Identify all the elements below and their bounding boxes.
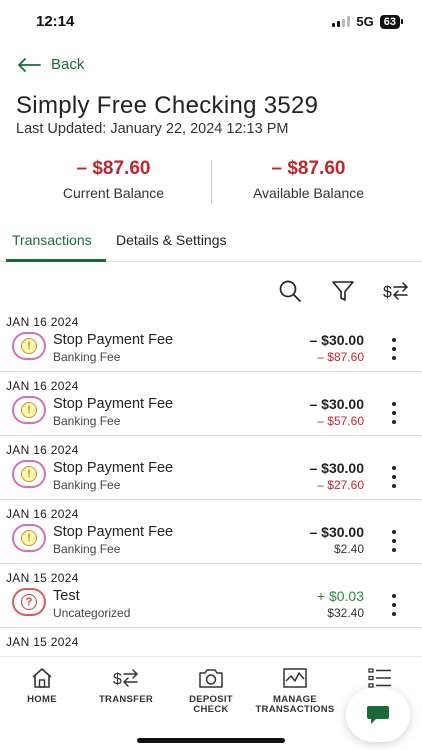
available-balance-label: Available Balance bbox=[252, 185, 365, 201]
network-type: 5G bbox=[356, 14, 374, 29]
nav-deposit-check-label: DEPOSIT CHECK bbox=[189, 694, 233, 715]
more-options-icon[interactable] bbox=[388, 466, 400, 488]
transaction-category: Banking Fee bbox=[53, 478, 121, 492]
filter-icon bbox=[332, 281, 354, 301]
chat-button[interactable] bbox=[346, 688, 410, 742]
running-balance: $2.40 bbox=[333, 542, 364, 556]
transaction-date: JAN 16 2024 bbox=[6, 315, 79, 329]
nav-manage-transactions-label: MANAGE TRANSACTIONS bbox=[255, 694, 335, 715]
status-bar: 12:14 5G 63 bbox=[0, 0, 422, 44]
transaction-row[interactable]: JAN 16 2024 ! Stop Payment Fee Banking F… bbox=[0, 372, 422, 436]
current-balance-amount: – $87.60 bbox=[76, 158, 151, 179]
transaction-category: Banking Fee bbox=[53, 414, 121, 428]
nav-home-label: HOME bbox=[27, 694, 57, 705]
balances-summary: – $87.60 Current Balance – $87.60 Availa… bbox=[0, 158, 422, 208]
transfer-sort-button[interactable]: $ bbox=[382, 278, 410, 304]
running-balance: – $57.60 bbox=[317, 414, 364, 428]
transaction-amount: – $30.00 bbox=[309, 524, 365, 540]
transaction-name: Stop Payment Fee bbox=[53, 460, 174, 476]
transaction-row[interactable]: JAN 16 2024 ! Stop Payment Fee Banking F… bbox=[0, 436, 422, 500]
transfer-icon: $ bbox=[113, 669, 138, 688]
transaction-amount: + $0.03 bbox=[316, 588, 364, 604]
filter-button[interactable] bbox=[329, 278, 357, 304]
transaction-date: JAN 15 2024 bbox=[6, 571, 79, 585]
transaction-category: Banking Fee bbox=[53, 350, 121, 364]
transaction-row[interactable]: JAN 15 2024 ? Test Uncategorized + $0.03… bbox=[0, 564, 422, 628]
back-button[interactable]: Back bbox=[17, 56, 84, 73]
tab-transactions[interactable]: Transactions bbox=[12, 232, 92, 248]
available-balance: – $87.60 Available Balance bbox=[203, 158, 414, 201]
home-icon bbox=[32, 668, 52, 688]
transaction-name: Stop Payment Fee bbox=[53, 396, 174, 412]
chart-icon bbox=[283, 668, 307, 688]
tab-bar: Transactions Details & Settings bbox=[0, 226, 422, 262]
camera-icon bbox=[199, 669, 223, 688]
nav-transfer-label: TRANSFER bbox=[98, 694, 154, 705]
transaction-date: JAN 16 2024 bbox=[6, 507, 79, 521]
more-options-icon[interactable] bbox=[388, 402, 400, 424]
running-balance: $32.40 bbox=[327, 606, 364, 620]
transaction-category: Uncategorized bbox=[53, 606, 131, 620]
more-options-icon[interactable] bbox=[388, 530, 400, 552]
transaction-amount: – $30.00 bbox=[309, 396, 365, 412]
transaction-date: JAN 16 2024 bbox=[6, 379, 79, 393]
transaction-row[interactable]: JAN 16 2024 ! Stop Payment Fee Banking F… bbox=[0, 500, 422, 564]
battery-icon: 63 bbox=[379, 14, 404, 29]
transaction-amount: – $30.00 bbox=[309, 460, 365, 476]
list-icon bbox=[368, 668, 391, 688]
status-indicators: 5G 63 bbox=[332, 14, 404, 29]
search-button[interactable] bbox=[276, 278, 304, 304]
fee-alert-icon: ! bbox=[12, 332, 46, 360]
transaction-tools: $ bbox=[276, 278, 410, 304]
svg-text:$: $ bbox=[383, 284, 392, 301]
running-balance: – $87.60 bbox=[317, 350, 364, 364]
dollar-transfer-icon: $ bbox=[383, 282, 408, 301]
transaction-date: JAN 15 2024 bbox=[6, 635, 79, 649]
page-title: Simply Free Checking 3529 bbox=[16, 92, 319, 119]
signal-icon bbox=[332, 16, 351, 27]
arrow-left-icon bbox=[18, 57, 41, 72]
transaction-row[interactable]: JAN 15 2024 bbox=[0, 628, 422, 656]
tab-details-settings[interactable]: Details & Settings bbox=[116, 232, 227, 248]
nav-transfer[interactable]: $ TRANSFER bbox=[81, 667, 171, 705]
current-balance-label: Current Balance bbox=[62, 185, 165, 201]
active-tab-indicator bbox=[6, 259, 106, 262]
uncategorized-question-icon: ? bbox=[12, 588, 46, 616]
chat-bubble-icon bbox=[367, 706, 389, 724]
fee-alert-icon: ! bbox=[12, 396, 46, 424]
transaction-row[interactable]: JAN 16 2024 ! Stop Payment Fee Banking F… bbox=[0, 308, 422, 372]
transaction-category: Banking Fee bbox=[53, 542, 121, 556]
current-balance: – $87.60 Current Balance bbox=[8, 158, 219, 201]
transaction-date: JAN 16 2024 bbox=[6, 443, 79, 457]
nav-home[interactable]: HOME bbox=[0, 667, 87, 705]
status-time: 12:14 bbox=[36, 13, 75, 30]
nav-manage-transactions[interactable]: MANAGE TRANSACTIONS bbox=[250, 667, 340, 715]
transaction-name: Stop Payment Fee bbox=[53, 524, 174, 540]
transaction-name: Stop Payment Fee bbox=[53, 332, 174, 348]
back-label: Back bbox=[51, 56, 85, 73]
transaction-amount: – $30.00 bbox=[309, 332, 365, 348]
last-updated: Last Updated: January 22, 2024 12:13 PM bbox=[16, 121, 289, 137]
search-icon bbox=[279, 280, 301, 302]
transaction-list: JAN 16 2024 ! Stop Payment Fee Banking F… bbox=[0, 308, 422, 656]
svg-text:$: $ bbox=[113, 671, 122, 688]
fee-alert-icon: ! bbox=[12, 524, 46, 552]
available-balance-amount: – $87.60 bbox=[271, 158, 346, 179]
more-options-icon[interactable] bbox=[388, 594, 400, 616]
transaction-name: Test bbox=[53, 588, 80, 604]
fee-alert-icon: ! bbox=[12, 460, 46, 488]
nav-deposit-check[interactable]: DEPOSIT CHECK bbox=[166, 667, 256, 715]
running-balance: – $27.60 bbox=[317, 478, 364, 492]
more-options-icon[interactable] bbox=[388, 338, 400, 360]
home-indicator bbox=[137, 738, 285, 743]
